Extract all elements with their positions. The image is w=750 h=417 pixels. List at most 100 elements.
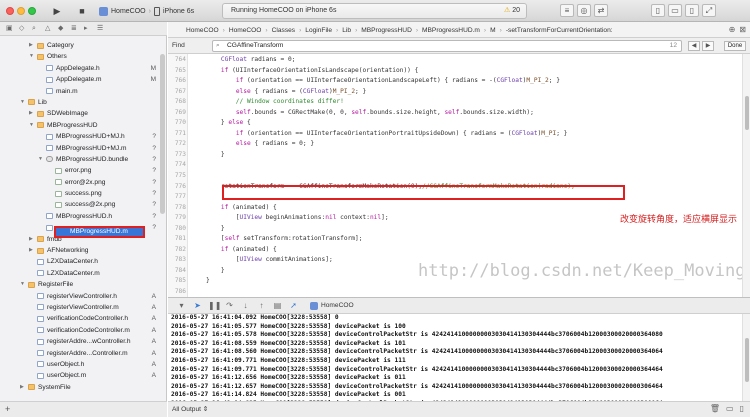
debug-toggle-icon[interactable]: ▭ xyxy=(668,4,682,17)
pause-icon[interactable]: ❚❚ xyxy=(208,300,221,311)
view-hierarchy-icon[interactable]: ▤ xyxy=(272,300,283,311)
code-line[interactable]: 771 if (orientation == UIInterfaceOrient… xyxy=(168,129,742,140)
navigator-file[interactable]: registerAddre...wController.h A xyxy=(0,336,160,347)
code-line[interactable]: 786 xyxy=(168,287,742,297)
navigator-file[interactable]: LZXDataCenter.h xyxy=(0,256,160,267)
navigator-group[interactable]: ▶ AFNetworking xyxy=(0,245,160,256)
navigator-file[interactable]: registerAddre...Controller.m A xyxy=(0,348,160,359)
disclosure-open-icon[interactable]: ▼ xyxy=(29,120,34,131)
add-file-icon[interactable]: + xyxy=(5,404,10,414)
editor-scrollbar[interactable] xyxy=(742,54,750,297)
find-done-button[interactable]: Done xyxy=(724,41,746,51)
minimize-window-button[interactable] xyxy=(17,7,25,15)
find-input[interactable]: ⌕ CGAffineTransform 12 xyxy=(212,40,682,52)
disclosure-closed-icon[interactable]: ▶ xyxy=(29,40,33,51)
code-line[interactable]: 769 self.bounds = CGRectMake(0, 0, self.… xyxy=(168,108,742,119)
navigator-group[interactable]: ▶ SDWebImage xyxy=(0,108,160,119)
next-match-button[interactable]: ▶ xyxy=(702,41,714,51)
debug-navigator-icon[interactable]: ≣ xyxy=(71,25,78,32)
disclosure-closed-icon[interactable]: ▶ xyxy=(29,245,33,256)
navigator-file[interactable]: main.m xyxy=(0,86,160,97)
stop-icon[interactable]: ■ xyxy=(76,5,88,17)
navigator-file[interactable]: LZXDataCenter.m xyxy=(0,268,160,279)
navigator-file[interactable]: AppDelegate.h M xyxy=(0,63,160,74)
version-editor-icon[interactable]: ⇄ xyxy=(594,4,608,17)
navigator-file[interactable]: userObject.m A xyxy=(0,370,160,381)
disclosure-open-icon[interactable]: ▼ xyxy=(20,97,25,108)
console-output[interactable]: 2016-05-27 16:41:04.092 HomeCOO[3228:535… xyxy=(168,314,742,401)
navigator-file[interactable]: MBProgressHUD.h? xyxy=(0,211,160,222)
close-window-button[interactable] xyxy=(6,7,14,15)
symbol-navigator-icon[interactable]: ◇ xyxy=(19,25,26,32)
code-line[interactable]: 781 [self setTransform:rotationTransform… xyxy=(168,234,742,245)
breakpoint-navigator-icon[interactable]: ▸ xyxy=(84,25,91,32)
disclosure-closed-icon[interactable]: ▶ xyxy=(20,382,24,393)
source-editor[interactable]: 764 CGFloat radians = 0; 765 if (UIInterf… xyxy=(168,54,742,297)
navigator-file[interactable]: verificationCodeController.m A xyxy=(0,325,160,336)
location-icon[interactable]: ➚ xyxy=(288,300,299,311)
navigator-file[interactable]: registerViewController.m A xyxy=(0,302,160,313)
previous-match-button[interactable]: ◀ xyxy=(688,41,700,51)
code-line[interactable]: 766 if (orientation == UIInterfaceOrient… xyxy=(168,76,742,87)
run-icon[interactable]: ▶ xyxy=(51,5,63,17)
navigator-file[interactable]: registerViewController.h A xyxy=(0,291,160,302)
zoom-window-button[interactable] xyxy=(28,7,36,15)
console-scroll-thumb[interactable] xyxy=(745,338,749,382)
split-view-icon[interactable]: ▭ xyxy=(726,404,734,413)
standard-editor-icon[interactable]: ≡ xyxy=(560,4,574,17)
navigator-file[interactable]: MBProgressHUD+MJ.h? xyxy=(0,131,160,142)
code-line[interactable]: 770 } else { xyxy=(168,118,742,129)
report-navigator-icon[interactable]: ☰ xyxy=(97,25,104,32)
disclosure-open-icon[interactable]: ▼ xyxy=(29,51,34,62)
selected-file-highlight[interactable]: MBProgressHUD.m xyxy=(54,226,145,238)
issue-navigator-icon[interactable]: △ xyxy=(45,25,52,32)
scheme-selector[interactable]: HomeCOO › iPhone 6s xyxy=(99,4,194,18)
step-over-icon[interactable]: ↷ xyxy=(224,300,235,311)
navigator-file[interactable]: AppDelegate.m M xyxy=(0,74,160,85)
console-scrollbar[interactable] xyxy=(742,314,750,401)
navigator-group[interactable]: ▼ Others xyxy=(0,51,160,62)
step-in-icon[interactable]: ↓ xyxy=(240,300,251,311)
code-line[interactable]: 774 xyxy=(168,160,742,171)
navigator-group[interactable]: ▼ MBProgressHUD.bundle? xyxy=(0,154,160,165)
navigator-file[interactable]: error.png? xyxy=(0,165,160,176)
split-view-right-icon[interactable]: ▯ xyxy=(740,404,744,413)
breadcrumb-item[interactable]: MBProgressHUD xyxy=(361,27,412,34)
navigator-file[interactable]: success@2x.png? xyxy=(0,199,160,210)
breadcrumb-item[interactable]: M xyxy=(490,27,496,34)
code-line[interactable]: 780 } xyxy=(168,224,742,235)
breadcrumb-item[interactable]: -setTransformForCurrentOrientation: xyxy=(506,27,613,34)
breadcrumb-item[interactable]: MBProgressHUD.m xyxy=(422,27,480,34)
breadcrumb-item[interactable]: Classes xyxy=(272,27,295,34)
code-line[interactable]: 782 if (animated) { xyxy=(168,245,742,256)
utilities-toggle-icon[interactable]: ▯ xyxy=(685,4,699,17)
add-editor-icon[interactable]: ⊕ xyxy=(729,25,736,34)
code-line[interactable]: 767 else { radians = (CGFloat)M_PI_2; } xyxy=(168,87,742,98)
debug-target[interactable]: HomeCOO xyxy=(310,301,354,310)
breadcrumb-item[interactable]: LoginFile xyxy=(305,27,332,34)
navigator-toggle-icon[interactable]: ▯ xyxy=(651,4,665,17)
project-navigator-icon[interactable]: ▣ xyxy=(6,25,13,32)
breadcrumb-item[interactable]: HomeCOO xyxy=(229,27,262,34)
navigator-group[interactable]: ▶ SystemFile xyxy=(0,382,160,393)
code-line[interactable]: 772 else { radians = 0; } xyxy=(168,139,742,150)
disclosure-closed-icon[interactable]: ▶ xyxy=(29,108,33,119)
navigator-scrollbar[interactable] xyxy=(160,54,165,214)
editor-scroll-thumb[interactable] xyxy=(745,96,749,130)
navigator-group[interactable]: ▼ Lib xyxy=(0,97,160,108)
code-line[interactable]: 765 if (UIInterfaceOrientationIsLandscap… xyxy=(168,66,742,77)
navigator-file[interactable]: error@2x.png? xyxy=(0,177,160,188)
breadcrumb-item[interactable]: HomeCOO xyxy=(186,27,219,34)
disclosure-open-icon[interactable]: ▼ xyxy=(38,154,43,165)
fullscreen-icon[interactable]: ⤢ xyxy=(702,4,716,17)
code-line[interactable]: 773 } xyxy=(168,150,742,161)
find-navigator-icon[interactable]: ⌕ xyxy=(32,25,39,32)
navigator-file[interactable]: MBProgressHUD+MJ.m? xyxy=(0,143,160,154)
code-line[interactable]: 775 xyxy=(168,171,742,182)
close-editor-icon[interactable]: ⊠ xyxy=(739,25,746,34)
test-navigator-icon[interactable]: ◆ xyxy=(58,25,65,32)
code-line[interactable]: 764 CGFloat radians = 0; xyxy=(168,55,742,66)
breakpoints-toggle-icon[interactable]: ➤ xyxy=(192,300,203,311)
navigator-group[interactable]: ▶ Category xyxy=(0,40,160,51)
navigator-group[interactable]: ▼ RegisterFile xyxy=(0,279,160,290)
